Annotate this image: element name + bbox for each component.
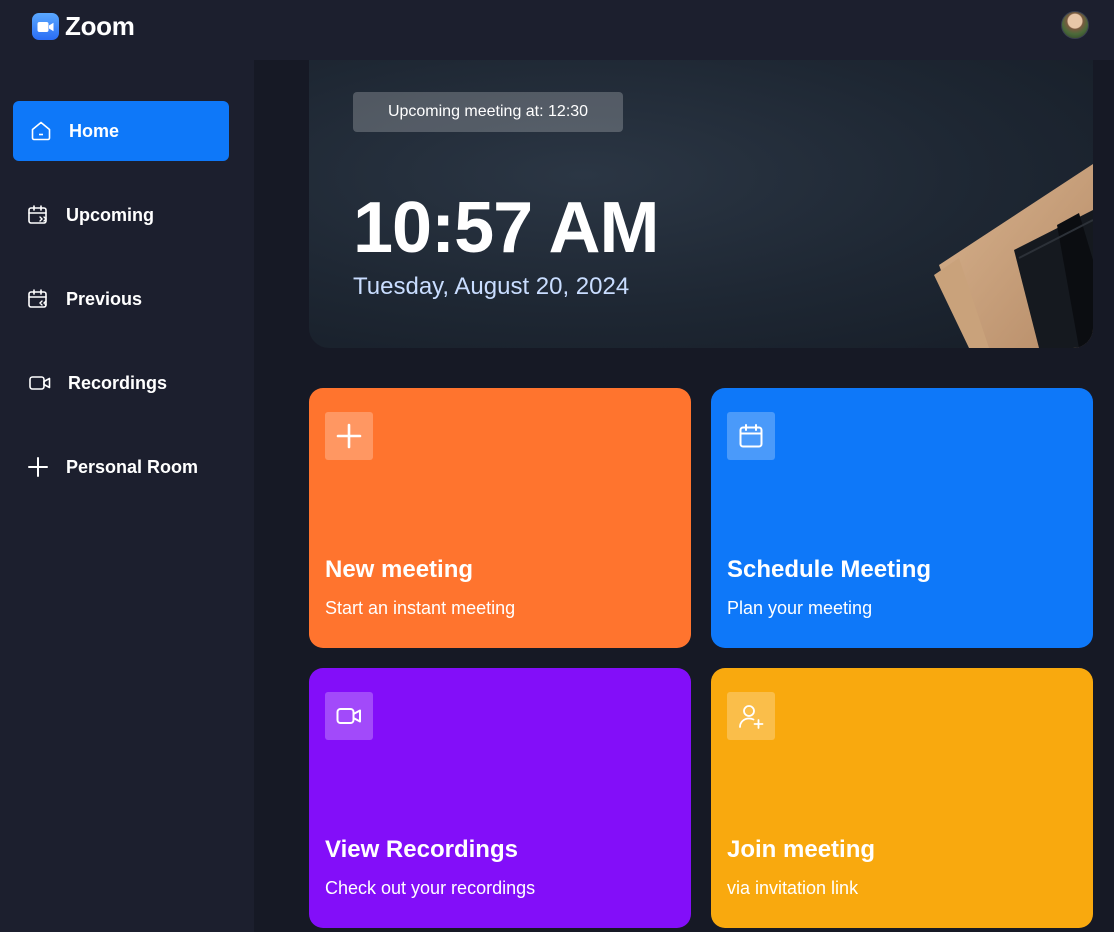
schedule-meeting-card[interactable]: Schedule Meeting Plan your meeting [711, 388, 1093, 648]
card-title: Schedule Meeting [727, 556, 932, 583]
plus-icon [26, 455, 50, 479]
sidebar-item-label: Upcoming [66, 204, 154, 225]
card-subtitle: Plan your meeting [727, 598, 873, 618]
sidebar: Home Upcoming Previous Recordings Person… [0, 60, 254, 932]
video-icon [28, 371, 52, 395]
card-subtitle: Start an instant meeting [325, 598, 516, 618]
sidebar-item-recordings[interactable]: Recordings [13, 353, 229, 413]
calendar-icon [727, 412, 775, 460]
video-icon [325, 692, 373, 740]
calendar-forward-icon [26, 203, 50, 227]
sidebar-item-upcoming[interactable]: Upcoming [13, 185, 229, 245]
sidebar-item-label: Home [69, 120, 120, 141]
card-subtitle: Check out your recordings [325, 878, 536, 898]
user-avatar[interactable] [1061, 11, 1089, 39]
zoom-logo-icon [32, 13, 59, 40]
new-meeting-card[interactable]: New meeting Start an instant meeting [309, 388, 691, 648]
card-title: New meeting [325, 556, 474, 583]
sidebar-item-label: Personal Room [66, 456, 199, 477]
card-title: Join meeting [727, 836, 876, 863]
sidebar-item-label: Previous [66, 288, 143, 309]
card-title: View Recordings [325, 836, 518, 863]
view-recordings-card[interactable]: View Recordings Check out your recording… [309, 668, 691, 928]
upcoming-meeting-badge: Upcoming meeting at: 12:30 [353, 92, 623, 132]
home-icon [29, 119, 53, 143]
card-subtitle: via invitation link [727, 878, 859, 898]
app-logo[interactable]: Zoom [32, 11, 135, 42]
plus-icon [325, 412, 373, 460]
user-add-icon [727, 692, 775, 740]
top-bar: Zoom [0, 0, 1114, 60]
sidebar-item-previous[interactable]: Previous [13, 269, 229, 329]
calendar-back-icon [26, 287, 50, 311]
current-time: 10:57 AM [353, 188, 659, 268]
hero-banner: Upcoming meeting at: 12:30 10:57 AM Tues… [309, 60, 1093, 348]
sidebar-item-home[interactable]: Home [13, 101, 229, 161]
sidebar-item-personal-room[interactable]: Personal Room [13, 437, 229, 497]
sidebar-item-label: Recordings [68, 372, 168, 393]
join-meeting-card[interactable]: Join meeting via invitation link [711, 668, 1093, 928]
app-name: Zoom [65, 11, 135, 41]
current-date: Tuesday, August 20, 2024 [353, 273, 630, 300]
